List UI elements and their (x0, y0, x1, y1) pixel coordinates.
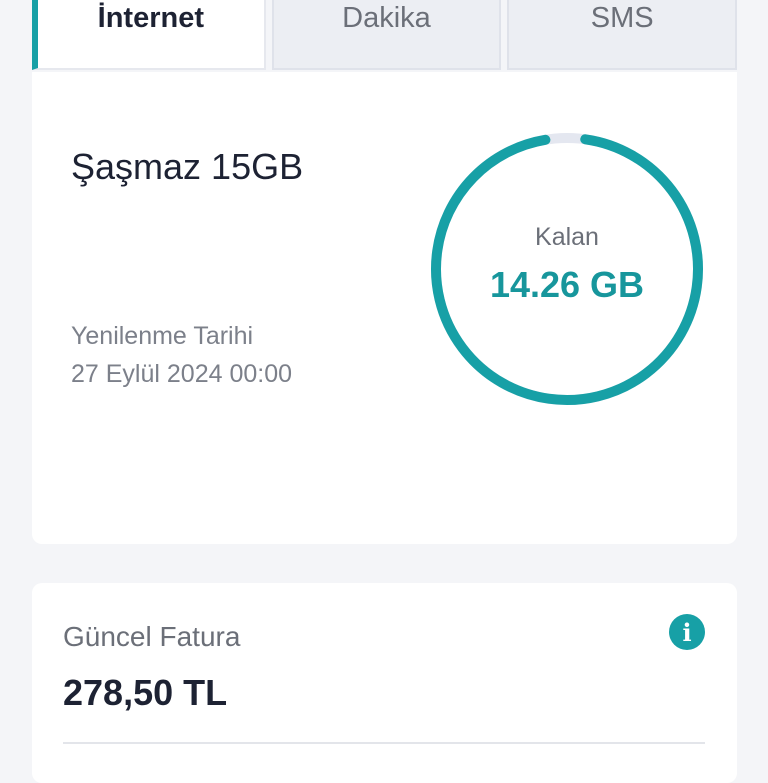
usage-tabs: İnternet Dakika SMS (32, 0, 738, 72)
info-icon[interactable]: i (669, 614, 705, 650)
tab-sms[interactable]: SMS (507, 0, 738, 70)
tab-internet[interactable]: İnternet (32, 0, 266, 70)
tab-dakika[interactable]: Dakika (271, 0, 502, 70)
bill-amount: 278,50 TL (63, 672, 228, 713)
divider (63, 742, 705, 744)
package-name: Şaşmaz 15GB (71, 146, 304, 187)
bill-card: Güncel Fatura i 278,50 TL (32, 583, 737, 783)
bill-label: Güncel Fatura (63, 621, 241, 652)
renew-date: 27 Eylül 2024 00:00 (71, 360, 293, 388)
remaining-label: Kalan (535, 223, 599, 251)
remaining-value: 14.26 GB (489, 264, 645, 305)
renew-label: Yenilenme Tarihi (71, 322, 254, 350)
usage-card: Şaşmaz 15GB Yenilenme Tarihi 27 Eylül 20… (32, 72, 737, 544)
